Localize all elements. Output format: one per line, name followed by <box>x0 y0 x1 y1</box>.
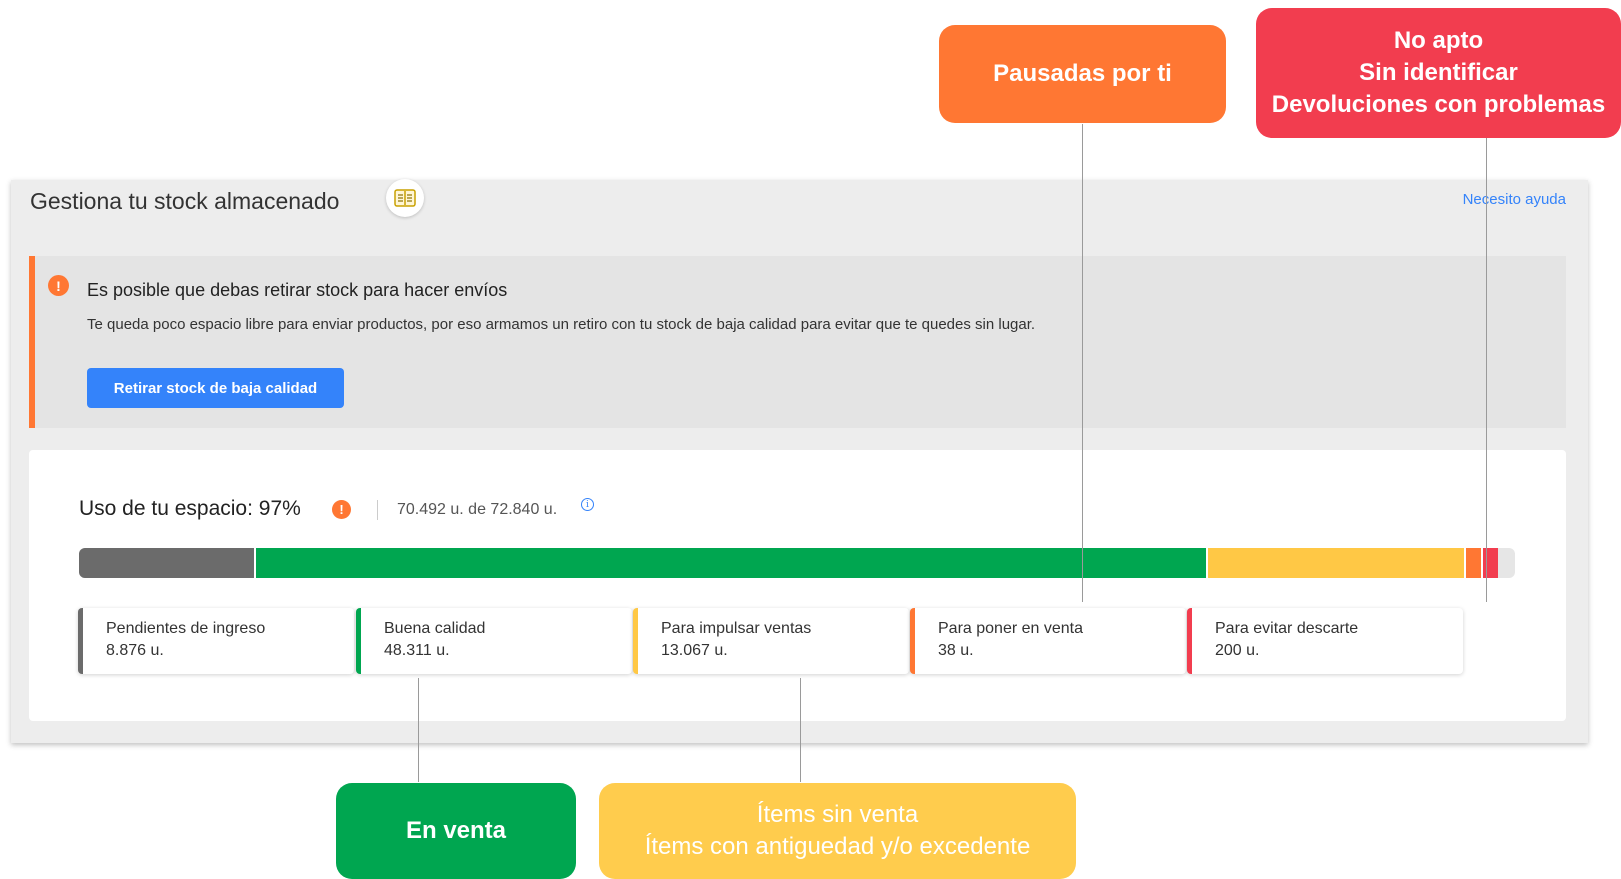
callout-paused: Pausadas por ti <box>939 25 1226 123</box>
callout-line: Ítems sin venta <box>756 801 919 828</box>
connector-line <box>800 678 801 782</box>
info-icon[interactable]: i <box>581 498 594 511</box>
category-card-impulsar-ventas: Para impulsar ventas 13.067 u. <box>633 608 909 674</box>
category-card-buena-calidad: Buena calidad 48.311 u. <box>356 608 632 674</box>
callout-line: No apto <box>1393 27 1484 54</box>
category-value: 13.067 u. <box>661 642 728 659</box>
divider <box>377 500 378 520</box>
callout-line: Devoluciones con problemas <box>1271 91 1606 118</box>
category-card-pendientes: Pendientes de ingreso 8.876 u. <box>78 608 354 674</box>
connector-line <box>418 678 419 782</box>
category-value: 38 u. <box>938 642 974 659</box>
category-label: Pendientes de ingreso <box>106 620 266 637</box>
space-usage-card: Uso de tu espacio: 97% ! 70.492 u. de 72… <box>29 450 1566 721</box>
connector-line <box>1486 137 1487 602</box>
category-label: Buena calidad <box>384 620 486 637</box>
category-value: 48.311 u. <box>384 642 450 659</box>
category-card-evitar-descarte: Para evitar descarte 200 u. <box>1187 608 1463 674</box>
category-card-poner-en-venta: Para poner en venta 38 u. <box>910 608 1186 674</box>
usage-bar-segment-poner <box>1464 548 1482 578</box>
callout-line: En venta <box>405 817 507 844</box>
low-space-alert: ! Es posible que debas retirar stock par… <box>29 256 1566 428</box>
category-value: 200 u. <box>1215 642 1260 659</box>
panel-title: Gestiona tu stock almacenado <box>30 188 340 214</box>
stock-panel: Gestiona tu stock almacenado Necesito ay… <box>11 179 1588 743</box>
alert-body: Te queda poco espacio libre para enviar … <box>87 316 1036 333</box>
usage-title: Uso de tu espacio: 97% <box>79 497 301 520</box>
callout-line: Ítems con antiguedad y/o excedente <box>644 833 1031 860</box>
usage-bar-segment-buena <box>253 548 1207 578</box>
connector-line <box>1082 124 1083 602</box>
withdraw-stock-button[interactable]: Retirar stock de baja calidad <box>87 368 344 408</box>
category-label: Para impulsar ventas <box>661 620 812 637</box>
category-label: Para evitar descarte <box>1215 620 1359 637</box>
usage-bar-segment-descarte <box>1481 548 1499 578</box>
help-link[interactable]: Necesito ayuda <box>1463 191 1566 208</box>
category-value: 8.876 u. <box>106 642 164 659</box>
callout-not-fit: No apto Sin identificar Devoluciones con… <box>1256 8 1621 138</box>
usage-bar-segment-pendientes <box>79 548 254 578</box>
usage-bar-segment-impulsar <box>1206 548 1464 578</box>
category-label: Para poner en venta <box>938 620 1083 637</box>
callout-line: Sin identificar <box>1359 59 1518 86</box>
usage-bar <box>79 548 1515 578</box>
callout-no-sale: Ítems sin venta Ítems con antiguedad y/o… <box>599 783 1076 879</box>
usage-detail: 70.492 u. de 72.840 u. <box>397 501 558 518</box>
callout-line: Pausadas por ti <box>993 60 1172 87</box>
alert-title: Es posible que debas retirar stock para … <box>87 280 508 300</box>
callout-on-sale: En venta <box>336 783 576 879</box>
exclamation-icon: ! <box>48 275 69 296</box>
warning-icon: ! <box>332 500 351 519</box>
book-icon[interactable] <box>386 179 424 217</box>
